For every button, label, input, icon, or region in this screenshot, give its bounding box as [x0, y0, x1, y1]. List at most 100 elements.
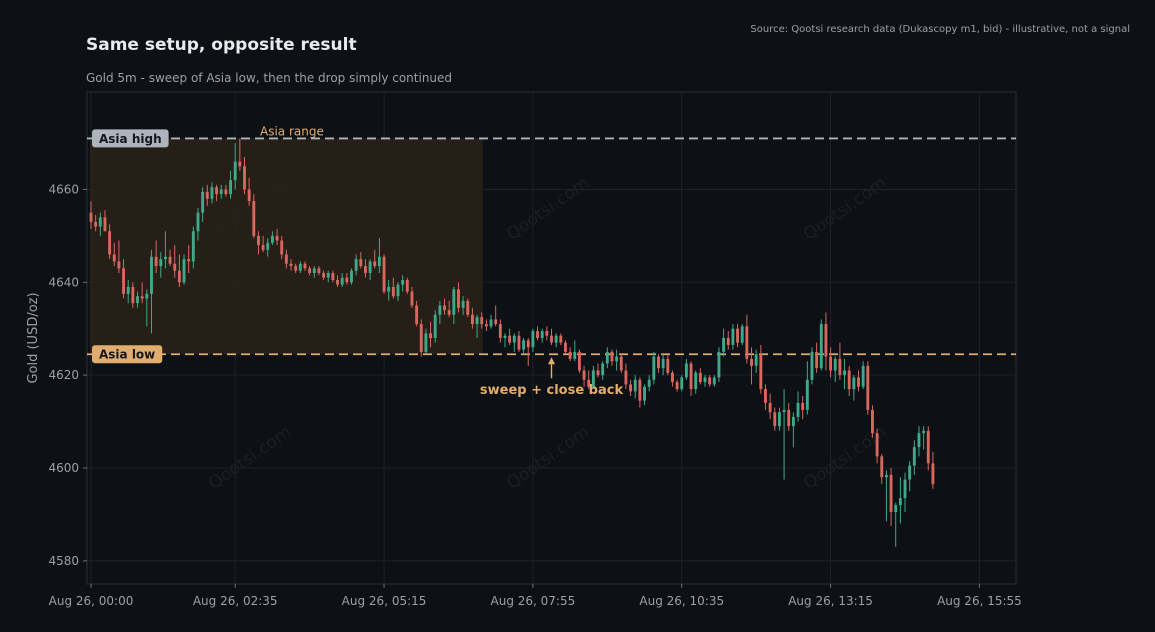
candle-body	[424, 333, 428, 352]
candle-body	[708, 377, 712, 385]
candle-body	[522, 340, 526, 350]
candle-body	[387, 286, 391, 292]
candle-body	[298, 263, 302, 271]
y-tick-label: 4580	[48, 554, 79, 568]
asia-range-label: Asia range	[260, 124, 324, 138]
candle-body	[559, 335, 563, 343]
candle-body	[926, 430, 930, 464]
candle-body	[396, 284, 400, 297]
candle-body	[308, 268, 312, 274]
candle-body	[894, 505, 898, 513]
candle-body	[866, 365, 870, 410]
candle-body	[140, 296, 144, 299]
candle-body	[177, 270, 181, 283]
candle-body	[573, 351, 577, 359]
candle-body	[657, 356, 660, 369]
candle-body	[898, 498, 902, 506]
asia-high-badge: Asia high	[92, 129, 169, 148]
candle-body	[601, 363, 605, 376]
x-tick-label: Aug 26, 13:15	[788, 594, 873, 608]
candle-body	[550, 335, 553, 343]
candle-body	[340, 277, 344, 285]
candle-body	[796, 402, 800, 417]
x-axis: Aug 26, 00:00 Aug 26, 02:35 Aug 26, 05:15 A…	[49, 584, 1022, 608]
candle-body	[871, 409, 874, 434]
candle-body	[498, 324, 502, 338]
candle-body	[829, 356, 833, 371]
candle-body	[336, 279, 339, 285]
candle-body	[312, 268, 316, 274]
candle-body	[810, 351, 814, 380]
candle-body	[782, 409, 786, 413]
candle-body	[875, 433, 879, 457]
candle-body	[545, 331, 549, 336]
candle-body	[861, 365, 865, 387]
candle-body	[215, 187, 219, 195]
candle-body	[150, 256, 153, 294]
candle-body	[89, 212, 93, 222]
candle-body	[745, 326, 749, 359]
candle-body	[433, 314, 437, 338]
candle-body	[568, 351, 572, 359]
candle-body	[754, 354, 758, 366]
candle-body	[475, 317, 479, 325]
candle-body	[652, 356, 656, 380]
candle-body	[629, 384, 633, 392]
candle-body	[666, 358, 670, 373]
candle-body	[447, 310, 451, 315]
candle-body	[884, 474, 888, 478]
candle-body	[857, 377, 860, 387]
candle-body	[680, 377, 684, 390]
candle-body	[382, 256, 386, 292]
candle-body	[931, 463, 935, 485]
candle-body	[289, 263, 293, 267]
candle-body	[726, 338, 730, 345]
asia-low-badge: Asia low	[92, 345, 163, 364]
candle-body	[824, 324, 828, 357]
candle-body	[284, 254, 288, 264]
candle-body	[633, 379, 637, 392]
candle-body	[94, 221, 98, 227]
asia-low-badge-label: Asia low	[99, 348, 155, 362]
candle-body	[470, 314, 474, 325]
candle-body	[503, 335, 507, 338]
asia-range-box	[90, 138, 483, 355]
candle-body	[373, 261, 377, 267]
candle-body	[768, 402, 772, 413]
candle-body	[159, 259, 163, 267]
candle-body	[233, 161, 237, 181]
candle-body	[489, 319, 493, 327]
candle-body	[517, 335, 521, 350]
candle-body	[270, 235, 274, 243]
candle-body	[405, 279, 409, 292]
candle-body	[131, 286, 135, 304]
candle-body	[889, 474, 893, 513]
candle-body	[182, 259, 186, 283]
candle-body	[675, 382, 679, 390]
candle-body	[191, 231, 195, 262]
candle-body	[494, 319, 498, 325]
candle-body	[764, 389, 767, 403]
candle-body	[712, 377, 716, 385]
x-tick-label: Aug 26, 10:35	[639, 594, 724, 608]
candle-body	[145, 293, 149, 299]
asia-high-badge-label: Asia high	[99, 132, 162, 146]
candle-body	[294, 266, 298, 271]
candle-body	[368, 261, 372, 274]
candle-body	[577, 351, 581, 371]
annotation-label: sweep + close back	[480, 383, 624, 398]
candle-body	[740, 326, 744, 343]
candle-body	[238, 161, 242, 167]
candle-body	[908, 465, 912, 480]
candle-body	[610, 351, 614, 362]
candle-body	[136, 296, 139, 304]
candle-body	[457, 289, 460, 308]
candle-body	[624, 370, 628, 385]
candle-body	[196, 212, 200, 232]
candle-body	[377, 256, 381, 267]
candle-body	[219, 189, 223, 195]
candlestick-chart: Qootsi.com Qootsi.comQootsi.com Qootsi.com…	[26, 91, 1022, 608]
candle-body	[163, 256, 167, 260]
candle-body	[205, 191, 209, 199]
candle-body	[466, 300, 470, 315]
